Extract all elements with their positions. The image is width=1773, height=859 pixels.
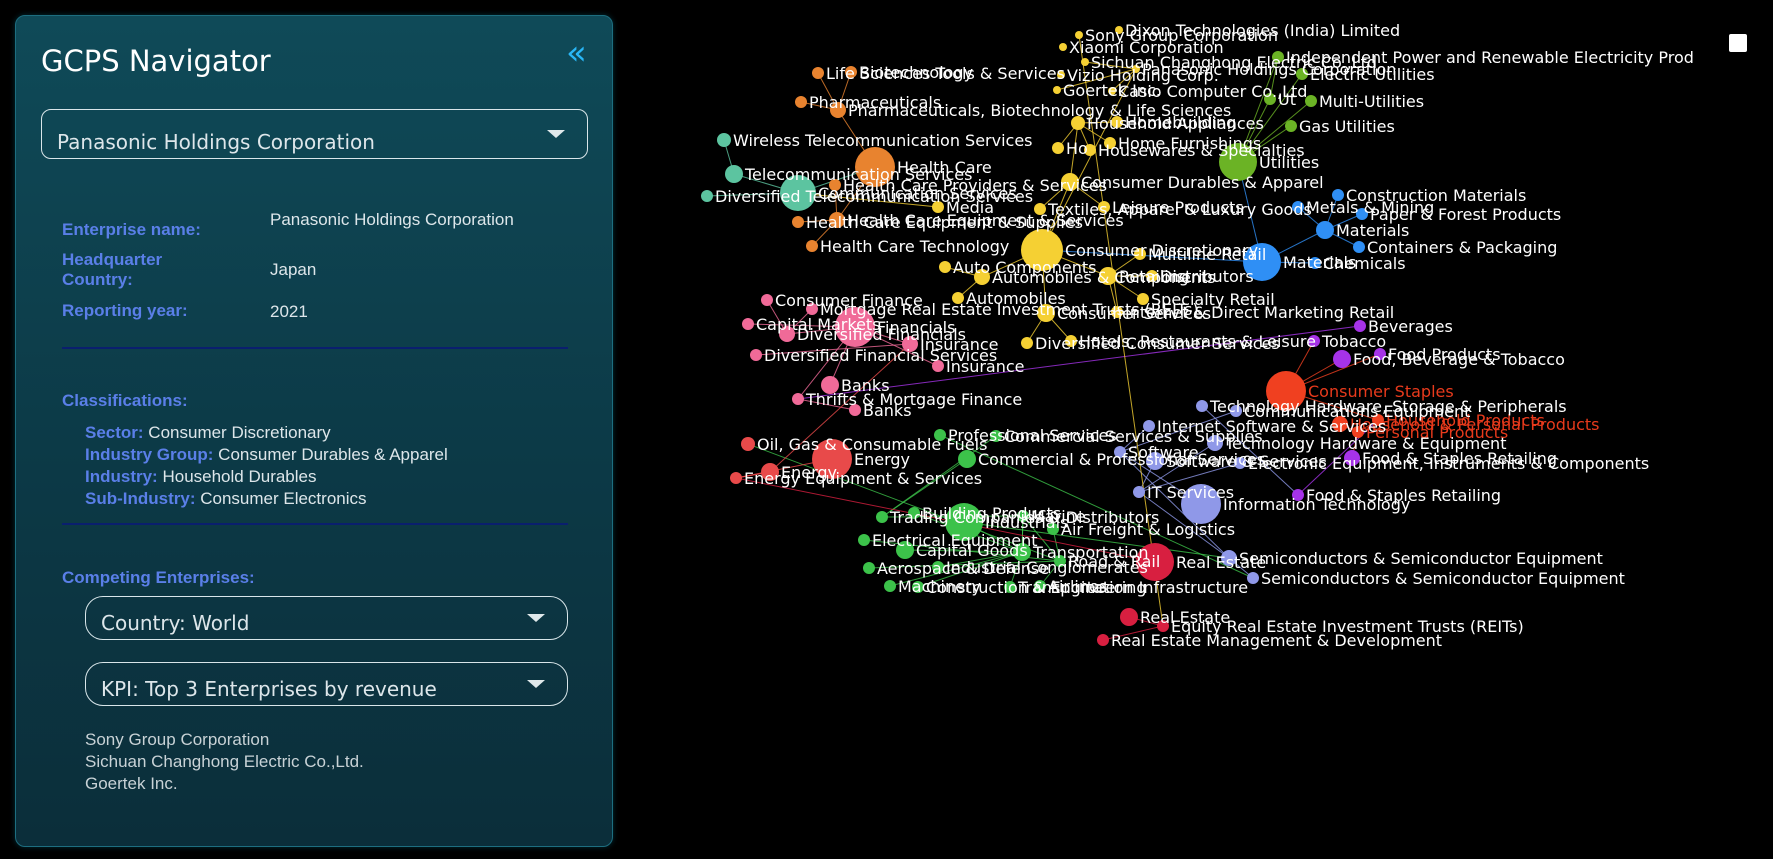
graph-node-label: Chemicals <box>1323 254 1406 273</box>
classification-network-graph[interactable]: UtilitiesElectric UtilitiesIndependent P… <box>0 0 1773 859</box>
graph-node[interactable] <box>725 165 743 183</box>
graph-node-label: Telecommunication Services <box>744 165 972 184</box>
graph-node-label: Multi-Utilities <box>1319 92 1424 111</box>
graph-node[interactable] <box>761 294 773 306</box>
graph-node-label: Commercial & Professional Services <box>978 450 1265 469</box>
graph-node[interactable] <box>1316 221 1334 239</box>
graph-node-label: Insurance <box>946 357 1025 376</box>
graph-node-label: Electronic Equipment, Instruments & Comp… <box>1248 454 1649 473</box>
graph-node[interactable] <box>812 67 824 79</box>
graph-node[interactable] <box>1081 58 1089 66</box>
graph-node-label: Banks <box>863 401 912 420</box>
graph-node-label: Homebuilding <box>1125 113 1236 132</box>
graph-node-label: Distributors <box>1160 267 1254 286</box>
graph-node-label: Semiconductors & Semiconductor Equipment <box>1261 569 1625 588</box>
graph-node[interactable] <box>876 511 888 523</box>
graph-node[interactable] <box>858 534 870 546</box>
graph-node[interactable] <box>1021 337 1033 349</box>
graph-node-label: Tobacco <box>1321 332 1386 351</box>
graph-node[interactable] <box>806 240 818 252</box>
graph-node[interactable] <box>1052 142 1064 154</box>
graph-node[interactable] <box>1333 350 1351 368</box>
graph-node-label: Housewares & Specialties <box>1098 141 1305 160</box>
graph-node-label: Commercial Services & Supplies <box>1004 427 1263 446</box>
graph-node[interactable] <box>750 349 762 361</box>
graph-node-label: Energy Equipment & Services <box>744 469 982 488</box>
graph-node-label: Real Estate Management & Development <box>1111 631 1442 650</box>
graph-node[interactable] <box>1120 608 1138 626</box>
graph-node-label: IT Services <box>1147 483 1234 502</box>
graph-node[interactable] <box>730 472 742 484</box>
graph-node-label: Gas Utilities <box>1299 117 1395 136</box>
graph-node[interactable] <box>1133 486 1145 498</box>
graph-node-label: Casio Computer Co.,Ltd <box>1118 82 1307 101</box>
graph-node-label: Wireless Telecommunication Services <box>733 131 1033 150</box>
graph-node[interactable] <box>1059 43 1067 51</box>
graph-node-label: Ho <box>1066 139 1088 158</box>
graph-node-label: Technology Hardware & Equipment <box>1224 434 1506 453</box>
graph-node-label: Industrial Conglomerates <box>946 558 1148 577</box>
graph-node-label: Air Freight & Logistics <box>1061 520 1235 539</box>
graph-node[interactable] <box>1053 86 1061 94</box>
graph-node-label: Panasonic Holdings Corporation <box>1142 60 1396 79</box>
graph-node[interactable] <box>792 393 804 405</box>
graph-node[interactable] <box>1196 400 1208 412</box>
graph-node-label: Multiline Retail <box>1148 245 1266 264</box>
graph-node[interactable] <box>795 96 807 108</box>
graph-node-label: Semiconductors & Semiconductor Equipment <box>1239 549 1603 568</box>
graph-node-label: Consumer Durables & Apparel <box>1081 173 1324 192</box>
graph-node[interactable] <box>741 437 755 451</box>
graph-node-label: Real Estate <box>1176 553 1266 572</box>
fullscreen-toggle[interactable] <box>1729 34 1747 52</box>
graph-node-label: Thrifts & Mortgage Finance <box>805 390 1022 409</box>
graph-node-label: Information Technology <box>1223 495 1410 514</box>
graph-node-label: Dixon Technologies (India) Limited <box>1125 21 1400 40</box>
graph-node[interactable] <box>792 216 804 228</box>
graph-node[interactable] <box>701 190 713 202</box>
graph-node[interactable] <box>717 133 731 147</box>
graph-node[interactable] <box>1353 241 1365 253</box>
graph-node-label: Construction Materials <box>1346 186 1526 205</box>
graph-node-label: Health Care Technology <box>820 237 1009 256</box>
graph-node-label: Leisure Products <box>1112 198 1244 217</box>
graph-node[interactable] <box>863 562 875 574</box>
graph-node-label: Energy <box>854 450 910 469</box>
graph-node-label: Airlines <box>1048 577 1107 596</box>
graph-node-label: Biotechnology <box>859 63 973 82</box>
graph-node[interactable] <box>742 318 754 330</box>
graph-node-label: Media <box>946 198 994 217</box>
graph-node-label: Health Care Equipment & Supplies <box>806 213 1083 232</box>
graph-node[interactable] <box>1097 634 1109 646</box>
graph-node[interactable] <box>1247 572 1259 584</box>
graph-node[interactable] <box>939 261 951 273</box>
graph-node-label: Food, Beverage & Tobacco <box>1353 350 1565 369</box>
graph-node[interactable] <box>1285 120 1297 132</box>
graph-node-label: Diversified Consumer Services <box>1035 334 1280 353</box>
graph-node[interactable] <box>884 580 896 592</box>
